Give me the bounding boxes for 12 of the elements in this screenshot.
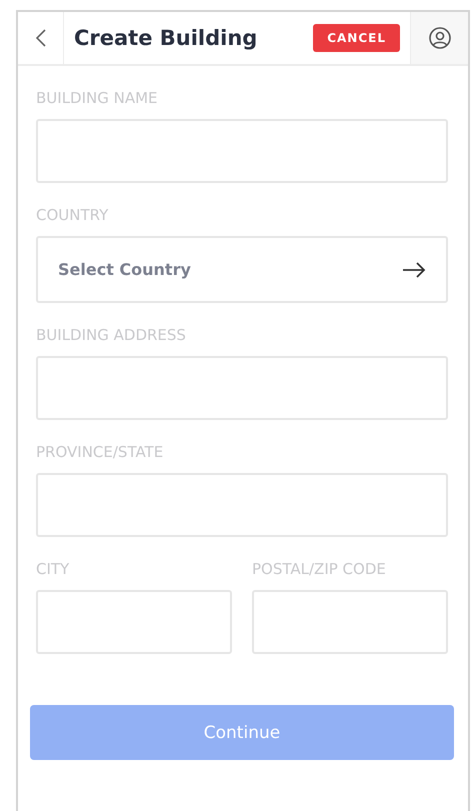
cancel-button[interactable]: CANCEL (313, 24, 400, 52)
user-icon (428, 26, 452, 50)
page-title: Create Building (73, 25, 258, 52)
profile-button[interactable] (410, 12, 468, 64)
input-field[interactable] (36, 473, 448, 537)
back-icon (36, 29, 46, 47)
arrow-right-icon (402, 262, 426, 278)
input-field[interactable] (36, 119, 448, 183)
input-field[interactable] (252, 590, 448, 654)
input-field[interactable] (36, 356, 448, 420)
input-field[interactable] (36, 590, 232, 654)
country-select[interactable]: Select Country (36, 236, 448, 303)
